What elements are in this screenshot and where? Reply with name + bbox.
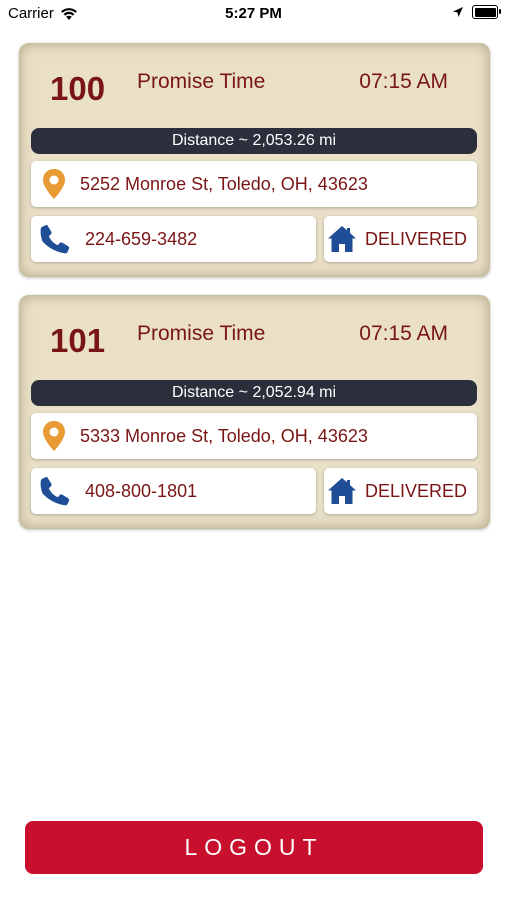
promise-time-label: Promise Time [137,322,266,345]
promise-time-value: 07:15 AM [359,70,448,93]
address-text: 5333 Monroe St, Toledo, OH, 43623 [80,425,368,446]
promise-time-value: 07:15 AM [359,322,448,345]
phone-icon [39,223,71,255]
phone-field[interactable]: 408-800-1801 [31,468,316,514]
address-text: 5252 Monroe St, Toledo, OH, 43623 [80,173,368,194]
map-pin-icon [42,168,66,200]
phone-icon [39,475,71,507]
phone-number: 224-659-3482 [85,228,198,249]
promise-time-label: Promise Time [137,70,266,93]
map-pin-icon [42,420,66,452]
address-field[interactable]: 5252 Monroe St, Toledo, OH, 43623 [31,161,477,207]
phone-field[interactable]: 224-659-3482 [31,216,316,262]
location-arrow-icon [452,6,464,18]
order-number: 101 [50,322,106,359]
battery-icon [472,5,501,19]
phone-number: 408-800-1801 [85,480,198,501]
home-icon [327,477,357,505]
order-card[interactable]: 101 Promise Time 07:15 AM Distance ~ 2,0… [19,295,490,529]
distance-bar: Distance ~ 2,053.26 mi [31,128,477,154]
delivery-status-button[interactable]: DELIVERED [324,468,477,514]
distance-bar: Distance ~ 2,052.94 mi [31,380,477,406]
delivery-status-button[interactable]: DELIVERED [324,216,477,262]
status-right [452,5,501,19]
order-number: 100 [50,70,106,107]
order-card[interactable]: 100 Promise Time 07:15 AM Distance ~ 2,0… [19,43,490,277]
status-bar: Carrier 5:27 PM [0,0,507,28]
delivery-status-label: DELIVERED [365,228,468,249]
status-time: 5:27 PM [225,5,282,22]
home-icon [327,225,357,253]
delivery-status-label: DELIVERED [365,480,468,501]
logout-button[interactable]: LOGOUT [25,821,483,874]
address-field[interactable]: 5333 Monroe St, Toledo, OH, 43623 [31,413,477,459]
